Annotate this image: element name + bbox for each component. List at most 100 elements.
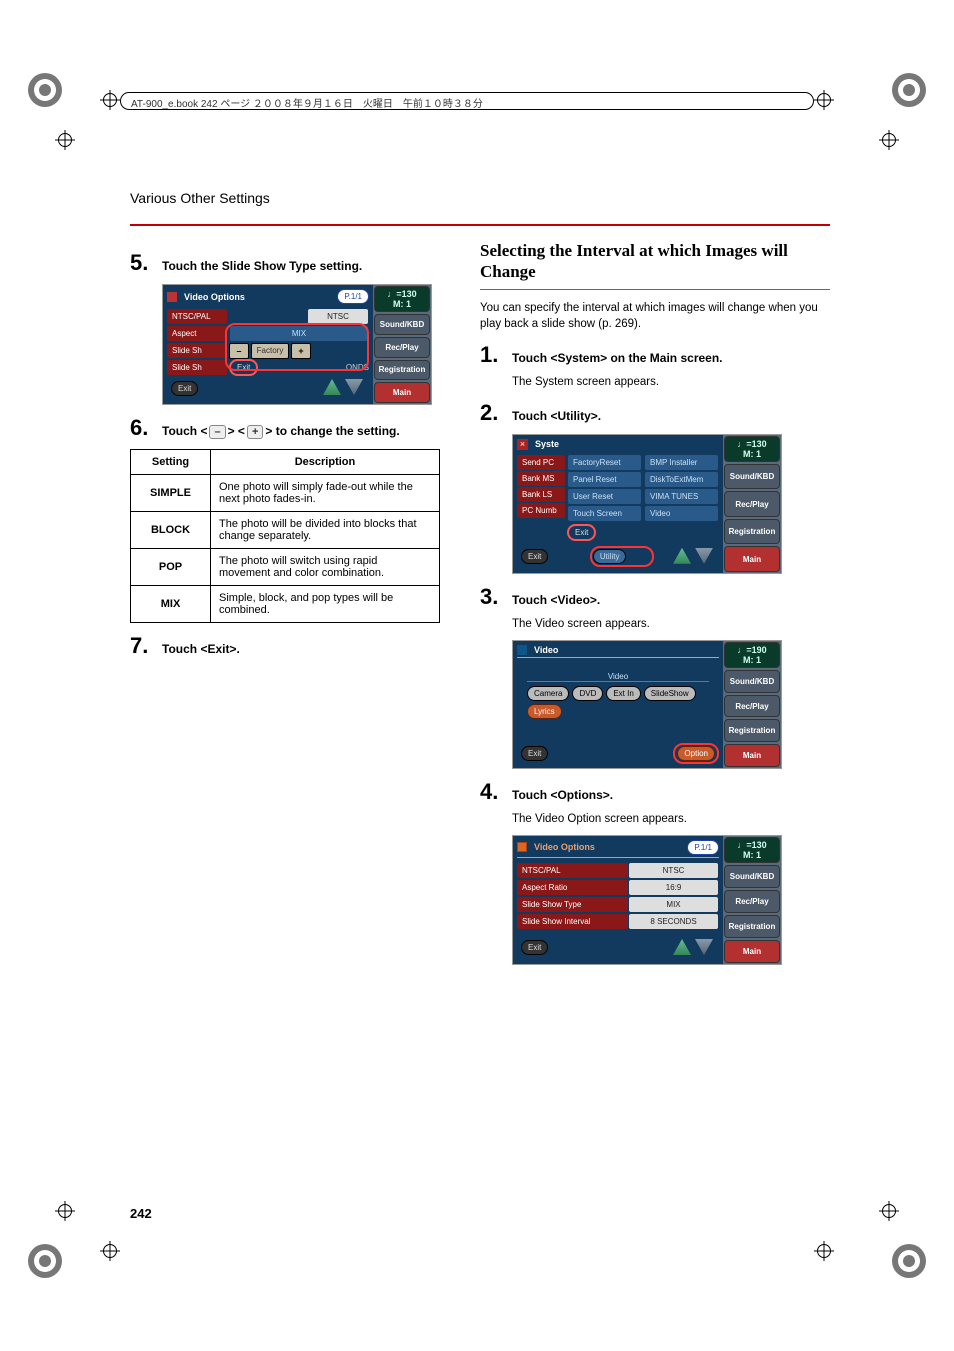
video-source-button-active[interactable]: Lyrics bbox=[527, 704, 562, 719]
subsection-heading: Selecting the Interval at which Images w… bbox=[480, 240, 830, 290]
step-title: Touch <Options>. bbox=[512, 788, 613, 802]
plus-icon: + bbox=[247, 425, 263, 439]
tempo-readout: ♩=130M: 1 bbox=[724, 837, 780, 863]
step-body: The Video Option screen appears. bbox=[512, 811, 830, 827]
crosshair-icon bbox=[879, 130, 899, 150]
sidebar-sound-kbd[interactable]: Sound/KBD bbox=[374, 314, 430, 335]
down-arrow-icon[interactable] bbox=[695, 548, 713, 564]
sidebar-main[interactable]: Main bbox=[724, 546, 780, 572]
menu-item[interactable]: BMP Installer bbox=[645, 455, 718, 470]
page-badge: P.1/1 bbox=[687, 840, 719, 855]
sidebar-main[interactable]: Main bbox=[724, 940, 780, 963]
setting-label: Slide Show Type bbox=[517, 897, 628, 912]
close-icon[interactable]: × bbox=[517, 439, 528, 450]
highlight-outline bbox=[590, 546, 655, 567]
highlight-outline bbox=[225, 323, 369, 371]
crosshair-icon bbox=[100, 1241, 120, 1261]
tempo-readout: ♩=130M: 1 bbox=[724, 436, 780, 462]
setting-label: PC Numb bbox=[517, 503, 565, 518]
window-icon bbox=[517, 842, 527, 852]
exit-button[interactable]: Exit bbox=[521, 940, 548, 955]
menu-item[interactable]: Panel Reset bbox=[568, 472, 641, 487]
setting-value[interactable]: 16:9 bbox=[629, 880, 718, 895]
down-arrow-icon[interactable] bbox=[695, 939, 713, 955]
sidebar-sound-kbd[interactable]: Sound/KBD bbox=[724, 865, 780, 888]
sidebar-sound-kbd[interactable]: Sound/KBD bbox=[724, 464, 780, 490]
step-title: Touch <Video>. bbox=[512, 593, 600, 607]
window-title: Syste bbox=[535, 439, 559, 449]
screenshot-video-options: Video Options P.1/1 NTSC/PALNTSC Aspect … bbox=[512, 835, 782, 965]
video-source-button[interactable]: Ext In bbox=[606, 686, 640, 701]
step-title: Touch <Exit>. bbox=[162, 642, 240, 656]
highlight-outline bbox=[673, 743, 719, 764]
step-title: Touch <–> <+> to change the setting. bbox=[162, 424, 400, 439]
table-header-setting: Setting bbox=[131, 450, 211, 475]
video-source-button[interactable]: Camera bbox=[527, 686, 569, 701]
registration-mark-icon bbox=[25, 70, 65, 110]
crosshair-icon bbox=[814, 90, 834, 110]
step-title: Touch <System> on the Main screen. bbox=[512, 351, 723, 365]
registration-mark-icon bbox=[889, 70, 929, 110]
print-header: AT-900_e.book 242 ページ ２００８年９月１６日 火曜日 午前１… bbox=[120, 92, 814, 110]
table-row: POPThe photo will switch using rapid mov… bbox=[131, 549, 440, 586]
window-title: Video bbox=[534, 645, 558, 655]
registration-mark-icon bbox=[25, 1241, 65, 1281]
exit-button[interactable]: Exit bbox=[521, 549, 548, 564]
registration-mark-icon bbox=[889, 1241, 929, 1281]
sidebar-registration[interactable]: Registration bbox=[724, 915, 780, 938]
sidebar-registration[interactable]: Registration bbox=[724, 719, 780, 742]
sidebar-sound-kbd[interactable]: Sound/KBD bbox=[724, 670, 780, 693]
group-label: Video bbox=[527, 672, 709, 682]
setting-label: Send PC bbox=[517, 455, 565, 470]
up-arrow-icon[interactable] bbox=[323, 379, 341, 395]
setting-label: NTSC/PAL bbox=[167, 309, 227, 324]
menu-item[interactable]: DiskToExtMem bbox=[645, 472, 718, 487]
crosshair-icon bbox=[879, 1201, 899, 1221]
page-badge: P.1/1 bbox=[337, 289, 369, 304]
window-title: Video Options bbox=[184, 292, 245, 302]
setting-value[interactable]: 8 SECONDS bbox=[629, 914, 718, 929]
video-source-button[interactable]: DVD bbox=[572, 686, 603, 701]
intro-text: You can specify the interval at which im… bbox=[480, 300, 830, 332]
menu-item[interactable]: VIMA TUNES bbox=[645, 489, 718, 504]
sidebar-main[interactable]: Main bbox=[374, 382, 430, 403]
window-icon bbox=[167, 292, 177, 302]
menu-item[interactable]: Touch Screen bbox=[568, 506, 641, 521]
exit-popup-button[interactable]: Exit bbox=[567, 524, 596, 541]
down-arrow-icon[interactable] bbox=[345, 379, 363, 395]
crosshair-icon bbox=[55, 1201, 75, 1221]
menu-item[interactable]: Video bbox=[645, 506, 718, 521]
minus-icon: – bbox=[209, 425, 225, 439]
divider bbox=[130, 224, 830, 226]
sidebar-registration[interactable]: Registration bbox=[374, 360, 430, 381]
table-header-description: Description bbox=[211, 450, 440, 475]
menu-item[interactable]: User Reset bbox=[568, 489, 641, 504]
sidebar-rec-play[interactable]: Rec/Play bbox=[724, 695, 780, 718]
window-title: Video Options bbox=[534, 842, 595, 852]
setting-value[interactable]: NTSC bbox=[629, 863, 718, 878]
tempo-readout: ♩=130M: 1 bbox=[374, 286, 430, 312]
step-number: 2. bbox=[480, 400, 502, 426]
up-arrow-icon[interactable] bbox=[673, 548, 691, 564]
sidebar-main[interactable]: Main bbox=[724, 744, 780, 767]
sidebar-rec-play[interactable]: Rec/Play bbox=[374, 337, 430, 358]
sidebar-registration[interactable]: Registration bbox=[724, 519, 780, 545]
setting-label: Aspect bbox=[167, 326, 227, 341]
value-ntsc: NTSC bbox=[308, 309, 368, 324]
setting-value[interactable]: MIX bbox=[629, 897, 718, 912]
step-body: The Video screen appears. bbox=[512, 616, 830, 632]
video-source-button[interactable]: SlideShow bbox=[644, 686, 696, 701]
chapter-heading: Various Other Settings bbox=[130, 190, 830, 206]
exit-button[interactable]: Exit bbox=[521, 746, 548, 761]
table-row: MIXSimple, block, and pop types will be … bbox=[131, 586, 440, 623]
up-arrow-icon[interactable] bbox=[673, 939, 691, 955]
setting-label: Slide Sh bbox=[167, 343, 227, 358]
page-number: 242 bbox=[130, 1206, 152, 1221]
menu-item[interactable]: FactoryReset bbox=[568, 455, 641, 470]
setting-label: Slide Show Interval bbox=[517, 914, 628, 929]
step-number: 1. bbox=[480, 342, 502, 368]
step-title: Touch the Slide Show Type setting. bbox=[162, 259, 362, 273]
sidebar-rec-play[interactable]: Rec/Play bbox=[724, 491, 780, 517]
sidebar-rec-play[interactable]: Rec/Play bbox=[724, 890, 780, 913]
exit-button[interactable]: Exit bbox=[171, 381, 198, 396]
